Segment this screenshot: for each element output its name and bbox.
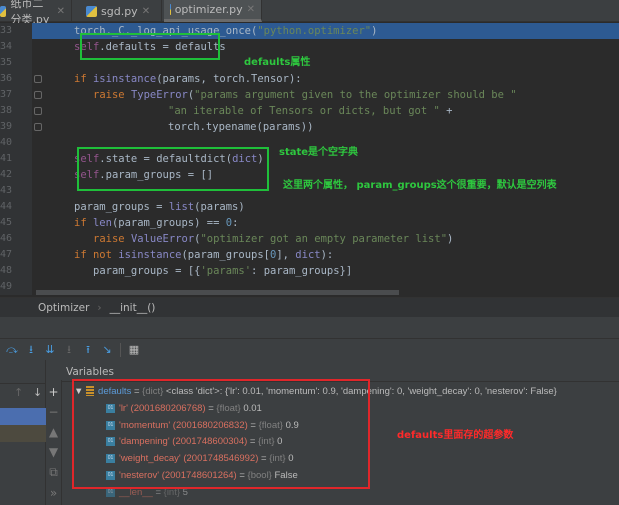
highlight-box-defaults: [80, 33, 220, 60]
highlight-box-defaults-vars: [72, 379, 370, 489]
arrow-down-icon[interactable]: ↓: [33, 386, 42, 399]
line-number: 35: [0, 57, 12, 68]
line-number: 48: [0, 265, 12, 276]
remove-watch-icon[interactable]: −: [48, 405, 58, 419]
step-into-icon[interactable]: ⭳: [25, 343, 37, 356]
code-line-36[interactable]: if isinstance(params, torch.Tensor):: [32, 71, 619, 87]
line-number: 40: [0, 137, 12, 148]
step-over-icon[interactable]: ⤼: [6, 343, 18, 356]
line-number: 49: [0, 281, 12, 292]
annotation-state: state是个空字典: [279, 147, 359, 158]
code-line-46[interactable]: raise ValueError("optimizer got an empty…: [32, 231, 619, 247]
horizontal-scrollbar[interactable]: [36, 290, 399, 295]
python-file-icon: [86, 5, 97, 17]
move-up-icon[interactable]: ▲: [49, 425, 58, 439]
code-line-39[interactable]: torch.typename(params)): [32, 119, 619, 135]
line-number: 38: [0, 105, 12, 116]
line-number: 36: [0, 73, 12, 84]
breadcrumb-method[interactable]: __init__(): [110, 302, 156, 314]
code-line-45[interactable]: if len(param_groups) == 0:: [32, 215, 619, 231]
line-number: 44: [0, 201, 12, 212]
close-icon[interactable]: ✕: [57, 6, 65, 17]
tab-zhibi[interactable]: 纸币二分类.py ✕: [0, 0, 72, 26]
line-number: 33: [0, 25, 12, 36]
more-icon[interactable]: »: [50, 486, 57, 500]
primitive-var-icon: 01: [106, 487, 115, 497]
code-line-44[interactable]: param_groups = list(params): [32, 199, 619, 215]
tab-sgd[interactable]: sgd.py ✕: [80, 0, 162, 22]
line-number: 37: [0, 89, 12, 100]
python-file-icon: [170, 4, 171, 15]
run-to-cursor-icon[interactable]: ↘: [101, 343, 113, 356]
variables-toolbar: + − ▲ ▼ ⧉ »: [46, 380, 62, 505]
debug-toolbar: ⤼ ⭳ ⇊ ⭳ ⭱ ↘ ▦: [0, 338, 619, 360]
chevron-right-icon: ›: [97, 301, 102, 314]
close-icon[interactable]: ✕: [142, 6, 150, 17]
code-line-48[interactable]: param_groups = [{'params': param_groups}…: [32, 263, 619, 279]
code-line-38[interactable]: "an iterable of Tensors or dicts, but go…: [32, 103, 619, 119]
python-file-icon: [0, 5, 7, 17]
step-into-my-code-icon[interactable]: ⇊: [44, 343, 56, 356]
line-number: 41: [0, 153, 12, 164]
frame-selected[interactable]: [0, 408, 46, 425]
line-number: 34: [0, 41, 12, 52]
tab-optimizer[interactable]: optimizer.py ✕: [164, 0, 262, 22]
divider: [0, 383, 46, 384]
line-number: 43: [0, 185, 12, 196]
code-line-47[interactable]: if not isinstance(param_groups[0], dict)…: [32, 247, 619, 263]
annotation-defaults: defaults属性: [244, 57, 311, 68]
frames-panel: ↑ ↓: [0, 360, 46, 505]
force-step-into-icon[interactable]: ⭳: [63, 343, 75, 356]
annotation-param-groups: 这里两个属性， param_groups这个很重要，默认是空列表: [283, 180, 557, 191]
add-watch-icon[interactable]: +: [48, 385, 58, 399]
line-number: 45: [0, 217, 12, 228]
arrow-up-icon[interactable]: ↑: [14, 386, 23, 399]
editor-tabs: 纸币二分类.py ✕ sgd.py ✕ optimizer.py ✕: [0, 0, 619, 26]
toolbar-divider: [120, 342, 121, 357]
breadcrumb: Optimizer › __init__(): [0, 297, 619, 317]
move-down-icon[interactable]: ▼: [49, 445, 58, 459]
annotation-hyperparams: defaults里面存的超参数: [397, 430, 514, 441]
copy-icon[interactable]: ⧉: [49, 465, 58, 480]
line-number: 42: [0, 169, 12, 180]
step-out-icon[interactable]: ⭱: [82, 343, 94, 356]
line-number: 46: [0, 233, 12, 244]
code-line-37[interactable]: raise TypeError("params argument given t…: [32, 87, 619, 103]
frame-item[interactable]: [0, 425, 46, 442]
line-number: 47: [0, 249, 12, 260]
evaluate-expression-icon[interactable]: ▦: [128, 343, 140, 356]
close-icon[interactable]: ✕: [247, 4, 255, 15]
highlight-box-state: [77, 147, 269, 191]
line-number: 39: [0, 121, 12, 132]
breadcrumb-class[interactable]: Optimizer: [38, 302, 89, 314]
